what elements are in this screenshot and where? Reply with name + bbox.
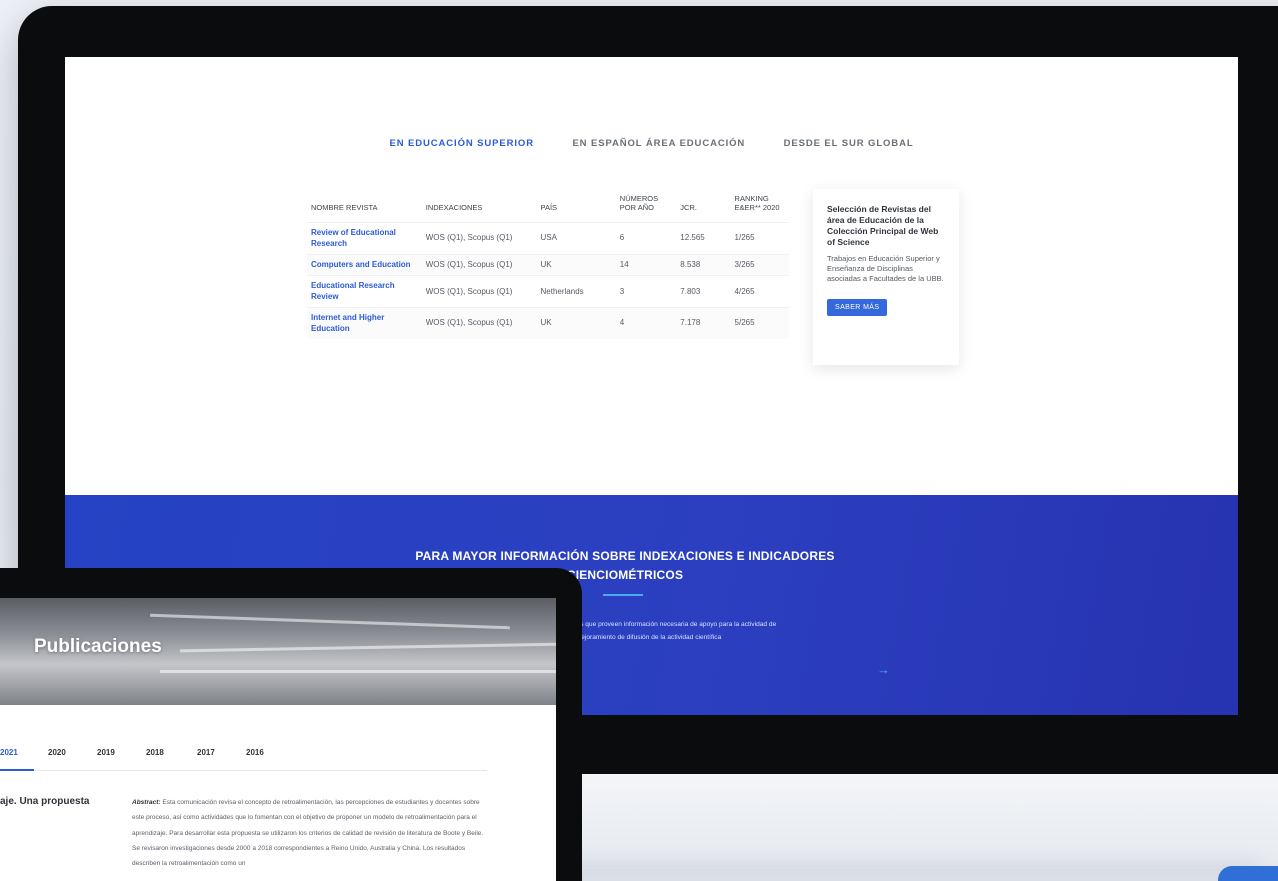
table-row: Review of Educational Research WOS (Q1),… xyxy=(307,222,789,255)
header-ranking: RANKING E&ER** 2020 xyxy=(734,194,780,212)
cell-indexing: WOS (Q1), Scopus (Q1) xyxy=(421,275,537,308)
tab-sur-global[interactable]: DESDE EL SUR GLOBAL xyxy=(784,138,914,149)
cell-indexing: WOS (Q1), Scopus (Q1) xyxy=(421,222,537,255)
tab-year-2018[interactable]: 2018 xyxy=(146,748,164,757)
arrow-right-icon[interactable]: → xyxy=(877,662,890,677)
paper-stack-image xyxy=(160,670,556,673)
info-card: Selección de Revistas del área de Educac… xyxy=(813,189,959,365)
journal-link[interactable]: Internet and Higher Education xyxy=(307,307,422,339)
publication-title[interactable]: aje. Una propuesta xyxy=(0,796,89,807)
banner-text-line2: ación y mejoramiento de difusión de la a… xyxy=(553,633,722,641)
tab-year-2016[interactable]: 2016 xyxy=(246,748,264,757)
year-tabs-divider xyxy=(0,770,487,771)
table-row: Educational Research Review WOS (Q1), Sc… xyxy=(307,275,789,308)
header-issues: NÚMEROS POR AÑO xyxy=(619,194,659,212)
table-row: Computers and Education WOS (Q1), Scopus… xyxy=(307,254,789,276)
tab-year-2019[interactable]: 2019 xyxy=(97,748,115,757)
journal-tabs: EN EDUCACIÓN SUPERIOR EN ESPAÑOL ÁREA ED… xyxy=(65,133,1238,151)
journal-link[interactable]: Educational Research Review xyxy=(307,275,422,308)
info-card-text: Trabajos en Educación Superior y Enseñan… xyxy=(827,254,944,284)
cell-ranking: 5/265 xyxy=(730,307,789,339)
stand-shadow xyxy=(560,860,1260,881)
tab-educacion-superior[interactable]: EN EDUCACIÓN SUPERIOR xyxy=(389,138,534,149)
page-title: Publicaciones xyxy=(34,636,162,657)
tab-year-2021[interactable]: 2021 xyxy=(0,748,18,757)
active-year-indicator xyxy=(0,769,34,771)
cell-issues: 6 xyxy=(615,222,677,255)
cell-indexing: WOS (Q1), Scopus (Q1) xyxy=(421,307,537,339)
paper-stack-image xyxy=(180,642,556,653)
cell-country: Netherlands xyxy=(536,275,616,308)
paper-stack-image xyxy=(150,613,510,630)
cell-jcr: 8.538 xyxy=(676,254,731,276)
info-card-title: Selección de Revistas del área de Educac… xyxy=(827,204,939,248)
cell-jcr: 12.565 xyxy=(676,222,731,255)
header-jcr: JCR. xyxy=(680,202,697,212)
corner-accent xyxy=(1218,866,1278,881)
tab-year-2017[interactable]: 2017 xyxy=(197,748,215,757)
cell-ranking: 3/265 xyxy=(730,254,789,276)
cell-jcr: 7.178 xyxy=(676,307,731,339)
banner-divider xyxy=(603,594,643,596)
cell-country: UK xyxy=(536,307,616,339)
abstract-label: Abstract: xyxy=(132,799,161,806)
cell-ranking: 1/265 xyxy=(730,222,789,255)
cell-issues: 4 xyxy=(615,307,677,339)
abstract-text: Esta comunicación revisa el concepto de … xyxy=(132,799,484,868)
cell-indexing: WOS (Q1), Scopus (Q1) xyxy=(421,254,537,276)
laptop-screen: Publicaciones 2021 2020 2019 2018 2017 2… xyxy=(0,598,556,881)
saber-mas-button[interactable]: SABER MÁS xyxy=(827,298,888,316)
banner-title-line1: PARA MAYOR INFORMACIÓN SOBRE INDEXACIONE… xyxy=(415,549,835,563)
journals-table: NOMBRE REVISTA INDEXACIONES PAÍS NÚMEROS… xyxy=(307,194,789,339)
table-row: Internet and Higher Education WOS (Q1), … xyxy=(307,307,789,339)
banner-text: elementos que proveen información necesa… xyxy=(553,619,933,644)
header-country: PAÍS xyxy=(540,202,558,212)
cell-ranking: 4/265 xyxy=(730,275,789,308)
publication-abstract: Abstract: Esta comunicación revisa el co… xyxy=(132,795,490,871)
cell-issues: 14 xyxy=(615,254,677,276)
banner-text-line1: elementos que proveen información necesa… xyxy=(553,621,777,628)
tab-espanol-area-educacion[interactable]: EN ESPAÑOL ÁREA EDUCACIÓN xyxy=(572,138,745,149)
header-name: NOMBRE REVISTA xyxy=(311,202,378,212)
journal-link[interactable]: Computers and Education xyxy=(307,254,422,276)
tab-year-2020[interactable]: 2020 xyxy=(48,748,66,757)
cell-issues: 3 xyxy=(615,275,677,308)
cell-country: UK xyxy=(536,254,616,276)
journal-link[interactable]: Review of Educational Research xyxy=(307,222,422,255)
cell-jcr: 7.803 xyxy=(676,275,731,308)
header-indexing: INDEXACIONES xyxy=(425,202,483,212)
cell-country: USA xyxy=(536,222,616,255)
publicaciones-hero: Publicaciones xyxy=(0,598,556,705)
